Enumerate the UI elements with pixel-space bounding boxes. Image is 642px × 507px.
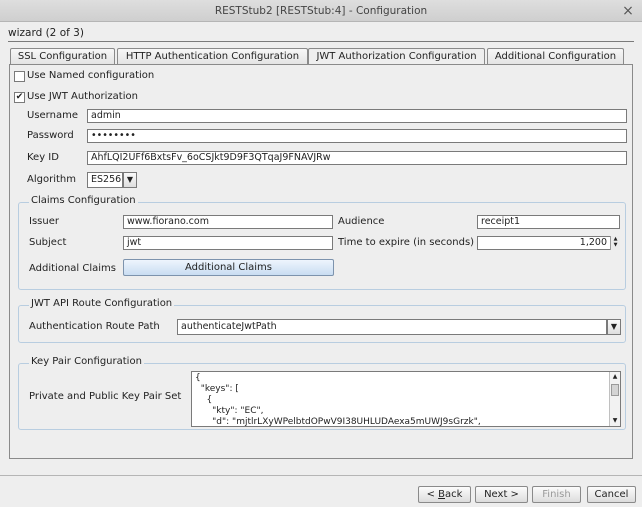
- scroll-thumb[interactable]: [611, 384, 619, 396]
- username-input[interactable]: admin: [87, 109, 627, 123]
- chevron-down-icon[interactable]: ▼: [607, 319, 621, 335]
- tab-ssl-configuration[interactable]: SSL Configuration: [10, 48, 115, 64]
- audience-input[interactable]: receipt1: [477, 215, 620, 229]
- key-pair-scrollbar[interactable]: ▲ ▼: [609, 372, 620, 426]
- key-pair-text: { "keys": [ { "kty": "EC", "d": "mjtlrLX…: [195, 373, 481, 427]
- algorithm-label: Algorithm: [27, 174, 76, 185]
- spinner-down-icon[interactable]: ▼: [611, 242, 620, 248]
- auth-route-path-select[interactable]: authenticateJwtPath: [177, 319, 607, 335]
- jwt-api-route-title: JWT API Route Configuration: [29, 298, 175, 309]
- time-to-expire-input[interactable]: 1,200: [477, 236, 620, 250]
- additional-claims-button[interactable]: Additional Claims: [123, 259, 334, 276]
- back-button-rest: ack: [445, 489, 463, 500]
- use-jwt-label: Use JWT Authorization: [27, 91, 138, 102]
- time-to-expire-label: Time to expire (in seconds): [338, 237, 475, 248]
- window-titlebar: RESTStub2 [RESTStub:4] - Configuration ×: [0, 0, 642, 22]
- password-input[interactable]: ••••••••: [87, 129, 627, 143]
- back-button-mnemonic: B: [438, 489, 445, 500]
- key-pair-title: Key Pair Configuration: [29, 356, 144, 367]
- scroll-up-icon[interactable]: ▲: [610, 372, 620, 382]
- key-pair-textarea[interactable]: { "keys": [ { "kty": "EC", "d": "mjtlrLX…: [191, 371, 621, 427]
- back-button-prefix: <: [426, 489, 439, 500]
- use-jwt-checkbox[interactable]: ✔: [14, 92, 25, 103]
- cancel-button[interactable]: Cancel: [587, 486, 636, 503]
- use-named-config-checkbox[interactable]: [14, 71, 25, 82]
- scroll-down-icon[interactable]: ▼: [610, 416, 620, 426]
- close-icon[interactable]: ×: [620, 0, 636, 22]
- key-pair-set-label: Private and Public Key Pair Set: [29, 391, 182, 402]
- use-named-config-label: Use Named configuration: [27, 70, 155, 81]
- window-title: RESTStub2 [RESTStub:4] - Configuration: [214, 5, 428, 17]
- issuer-label: Issuer: [29, 216, 59, 227]
- subject-input[interactable]: jwt: [123, 236, 333, 250]
- footer-separator: [0, 475, 642, 476]
- tab-http-authentication[interactable]: HTTP Authentication Configuration: [117, 48, 308, 64]
- tab-jwt-authorization[interactable]: JWT Authorization Configuration: [308, 48, 485, 65]
- chevron-down-icon[interactable]: ▼: [123, 172, 137, 188]
- key-id-input[interactable]: AhfLQI2UFf6BxtsFv_6oCSJkt9D9F3QTqaJ9FNAV…: [87, 151, 627, 165]
- issuer-input[interactable]: www.fiorano.com: [123, 215, 333, 229]
- audience-label: Audience: [338, 216, 385, 227]
- auth-route-path-label: Authentication Route Path: [29, 321, 160, 332]
- time-to-expire-spinner[interactable]: ▲ ▼: [610, 236, 620, 250]
- finish-button[interactable]: Finish: [532, 486, 581, 503]
- additional-claims-label: Additional Claims: [29, 263, 116, 274]
- next-button[interactable]: Next >: [475, 486, 528, 503]
- tab-additional-configuration[interactable]: Additional Configuration: [487, 48, 624, 64]
- username-label: Username: [27, 110, 78, 121]
- password-label: Password: [27, 130, 74, 141]
- algorithm-select[interactable]: ES256: [87, 172, 123, 188]
- subject-label: Subject: [29, 237, 67, 248]
- claims-configuration-title: Claims Configuration: [29, 195, 138, 206]
- jwt-config-panel: Use Named configuration ✔ Use JWT Author…: [9, 64, 633, 459]
- back-button[interactable]: < Back: [418, 486, 471, 503]
- wizard-step-header: wizard (2 of 3): [8, 27, 634, 42]
- key-id-label: Key ID: [27, 152, 59, 163]
